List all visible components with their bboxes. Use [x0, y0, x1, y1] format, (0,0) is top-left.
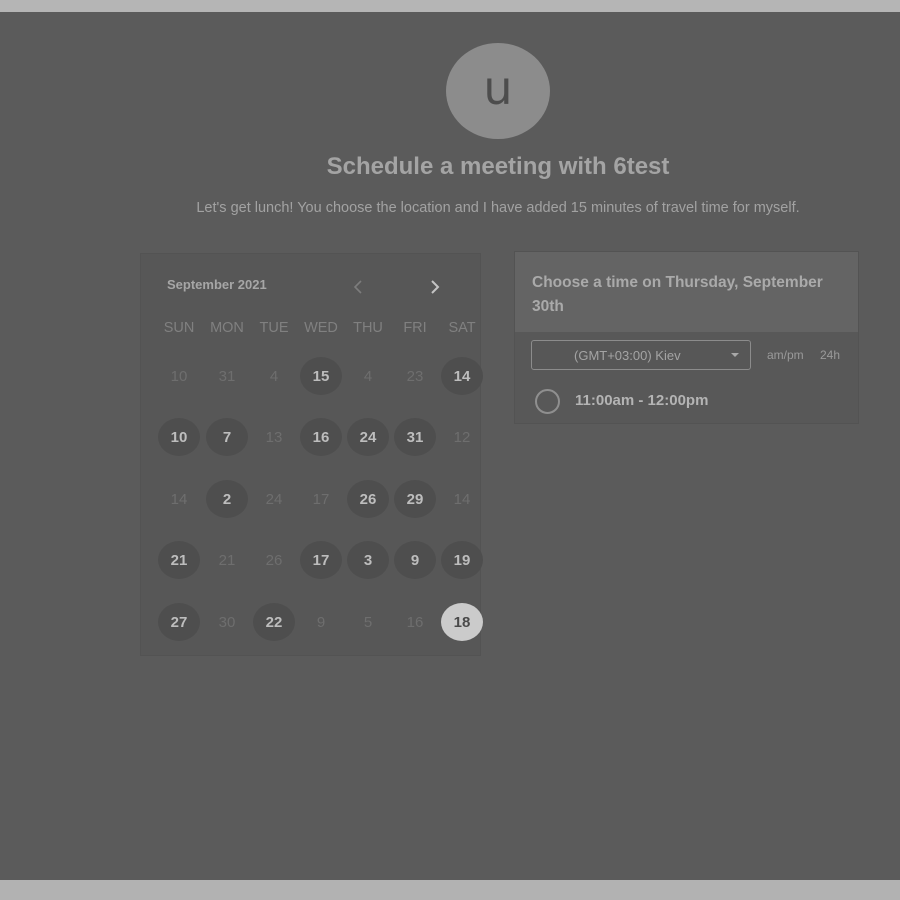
weekday-sat: SAT [448, 320, 476, 336]
caret-down-icon [731, 353, 739, 357]
calendar-day[interactable]: 16 [300, 418, 342, 456]
weekday-wed: WED [304, 320, 338, 336]
calendar-day[interactable]: 17 [300, 541, 342, 579]
calendar-day: 13 [265, 428, 283, 446]
calendar-day: 9 [316, 613, 326, 631]
calendar-day[interactable]: 15 [300, 357, 342, 395]
time-panel-title: Choose a time on Thursday, September 30t… [532, 274, 823, 315]
calendar-day: 26 [265, 551, 283, 569]
timezone-value: (GMT+03:00) Kiev [574, 348, 681, 363]
weekday-mon: MON [210, 320, 244, 336]
calendar-day: 5 [363, 613, 373, 631]
calendar-day[interactable]: 21 [158, 541, 200, 579]
calendar-day: 16 [406, 613, 424, 631]
format-24h-toggle[interactable]: 24h [820, 348, 840, 362]
timezone-select[interactable]: (GMT+03:00) Kiev [531, 340, 751, 370]
weekday-sun: SUN [163, 320, 195, 336]
calendar-day[interactable]: 7 [206, 418, 248, 456]
calendar-day-selected[interactable]: 18 [441, 603, 483, 641]
avatar-initial: u [483, 61, 513, 115]
calendar-day: 24 [265, 490, 283, 508]
chevron-left-icon[interactable] [346, 276, 370, 298]
calendar: September 2021 SUN MON TUE WED THU FRI SAT 10 31… [140, 253, 483, 656]
calendar-day: 4 [363, 367, 373, 385]
calendar-day[interactable]: 26 [347, 480, 389, 518]
bottom-bar [0, 880, 900, 900]
calendar-month-label: September 2021 [167, 277, 267, 292]
calendar-day: 10 [170, 367, 188, 385]
calendar-day[interactable]: 10 [158, 418, 200, 456]
calendar-day[interactable]: 22 [253, 603, 295, 641]
calendar-day: 14 [170, 490, 188, 508]
calendar-day: 31 [218, 367, 236, 385]
page-description: Let's get lunch! You choose the location… [196, 200, 800, 216]
calendar-day: 4 [269, 367, 279, 385]
weekday-fri: FRI [403, 320, 427, 336]
radio-button[interactable] [535, 389, 560, 414]
calendar-day[interactable]: 29 [394, 480, 436, 518]
calendar-day: 12 [453, 428, 471, 446]
chevron-right-icon[interactable] [423, 276, 447, 298]
calendar-day[interactable]: 31 [394, 418, 436, 456]
time-panel-header: Choose a time on Thursday, September 30t… [515, 252, 858, 332]
calendar-day[interactable]: 3 [347, 541, 389, 579]
calendar-day[interactable]: 19 [441, 541, 483, 579]
calendar-day[interactable]: 24 [347, 418, 389, 456]
weekday-thu: THU [353, 320, 383, 336]
page-title: Schedule a meeting with 6test [326, 153, 670, 180]
calendar-day[interactable]: 27 [158, 603, 200, 641]
avatar: u [446, 43, 550, 139]
weekday-tue: TUE [259, 320, 289, 336]
time-slot-label: 11:00am - 12:00pm [575, 392, 709, 409]
time-slot[interactable]: 11:00am - 12:00pm [535, 388, 845, 414]
calendar-day: 17 [312, 490, 330, 508]
calendar-day[interactable]: 14 [441, 357, 483, 395]
top-bar [0, 0, 900, 12]
calendar-day[interactable]: 2 [206, 480, 248, 518]
calendar-day: 30 [218, 613, 236, 631]
time-panel: Choose a time on Thursday, September 30t… [514, 251, 859, 424]
format-ampm-toggle[interactable]: am/pm [767, 348, 804, 362]
calendar-day: 21 [218, 551, 236, 569]
calendar-day[interactable]: 9 [394, 541, 436, 579]
calendar-day: 14 [453, 490, 471, 508]
calendar-day: 23 [406, 367, 424, 385]
